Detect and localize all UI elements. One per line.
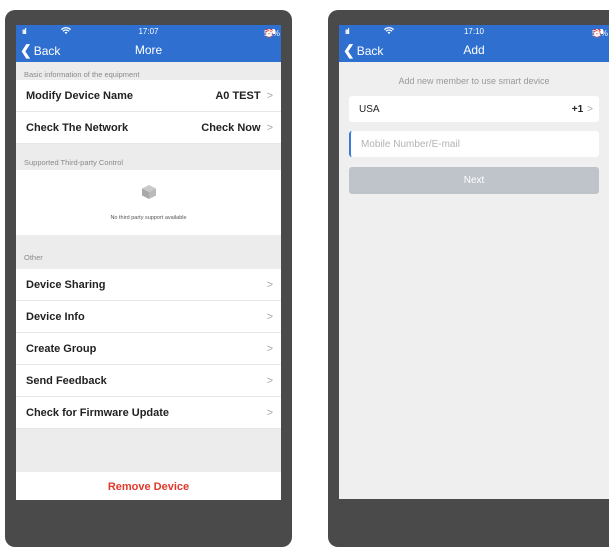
status-bar: ııl 17:07 ➚ ⏰ 52% — [16, 25, 281, 38]
row-label: Device Sharing — [26, 278, 106, 291]
status-time: 17:10 — [463, 27, 485, 36]
remove-device-button[interactable]: Remove Device — [16, 472, 281, 500]
chevron-right-icon: > — [266, 406, 273, 419]
mobile-email-input[interactable] — [349, 131, 599, 157]
page-title: More — [134, 43, 163, 57]
empty-state-text: No third party support available — [110, 215, 187, 221]
next-button[interactable]: Next — [349, 167, 599, 194]
section-header-third-party: Supported Third-party Control — [24, 158, 124, 167]
chevron-right-icon: > — [266, 342, 273, 355]
country-selector[interactable]: USA +1 > — [349, 96, 599, 122]
nav-bar: ııl 17:07 ➚ ⏰ 52% ❮ Back More — [16, 25, 281, 62]
battery-indicator: ➚ ⏰ 51% — [592, 27, 608, 38]
battery-percent: 51% — [592, 29, 609, 38]
row-label: Send Feedback — [26, 374, 107, 387]
device-info-row[interactable]: Device Info > — [16, 301, 281, 333]
chevron-right-icon: > — [587, 103, 593, 115]
section-header-basic: Basic information of the equipment — [24, 70, 140, 79]
row-label: Device Info — [26, 310, 85, 323]
third-party-empty-state: No third party support available — [16, 170, 281, 235]
page-title: Add — [463, 43, 485, 57]
create-group-row[interactable]: Create Group > — [16, 333, 281, 365]
cube-icon — [141, 184, 157, 200]
status-bar: ııl 17:10 ➚ ⏰ 51% — [339, 25, 609, 38]
country-name: USA — [359, 103, 380, 115]
more-screen: ııl 17:07 ➚ ⏰ 52% ❮ Back More Basic infor… — [16, 25, 281, 500]
status-time: 17:07 — [138, 27, 159, 36]
add-member-hint: Add new member to use smart device — [398, 76, 550, 86]
send-feedback-row[interactable]: Send Feedback > — [16, 365, 281, 397]
chevron-right-icon: > — [266, 278, 273, 291]
chevron-right-icon: > — [266, 121, 273, 134]
device-name-value: A0 TEST — [215, 89, 261, 102]
chevron-right-icon: > — [266, 310, 273, 323]
phone-left: ııl 17:07 ➚ ⏰ 52% ❮ Back More Basic infor… — [5, 10, 292, 547]
section-header-other: Other — [24, 253, 43, 262]
battery-indicator: ➚ ⏰ 52% — [264, 27, 280, 38]
phone-right: ııl 17:10 ➚ ⏰ 51% ❮ Back Add Add new memb… — [328, 10, 609, 547]
row-label: Check for Firmware Update — [26, 406, 170, 419]
chevron-right-icon: > — [266, 374, 273, 387]
firmware-update-row[interactable]: Check for Firmware Update > — [16, 397, 281, 429]
row-label: Check The Network — [26, 121, 129, 134]
battery-percent: 52% — [264, 29, 281, 38]
modify-device-name-row[interactable]: Modify Device Name A0 TEST > — [16, 80, 281, 112]
check-now-value: Check Now — [201, 121, 261, 134]
country-code: +1 — [571, 103, 584, 115]
row-label: Create Group — [26, 342, 97, 355]
nav-bar: ııl 17:10 ➚ ⏰ 51% ❮ Back Add — [339, 25, 609, 62]
row-label: Modify Device Name — [26, 89, 133, 102]
check-network-row[interactable]: Check The Network Check Now > — [16, 112, 281, 144]
device-sharing-row[interactable]: Device Sharing > — [16, 269, 281, 301]
chevron-right-icon: > — [266, 89, 273, 102]
add-member-screen: ııl 17:10 ➚ ⏰ 51% ❮ Back Add Add new memb… — [339, 25, 609, 499]
